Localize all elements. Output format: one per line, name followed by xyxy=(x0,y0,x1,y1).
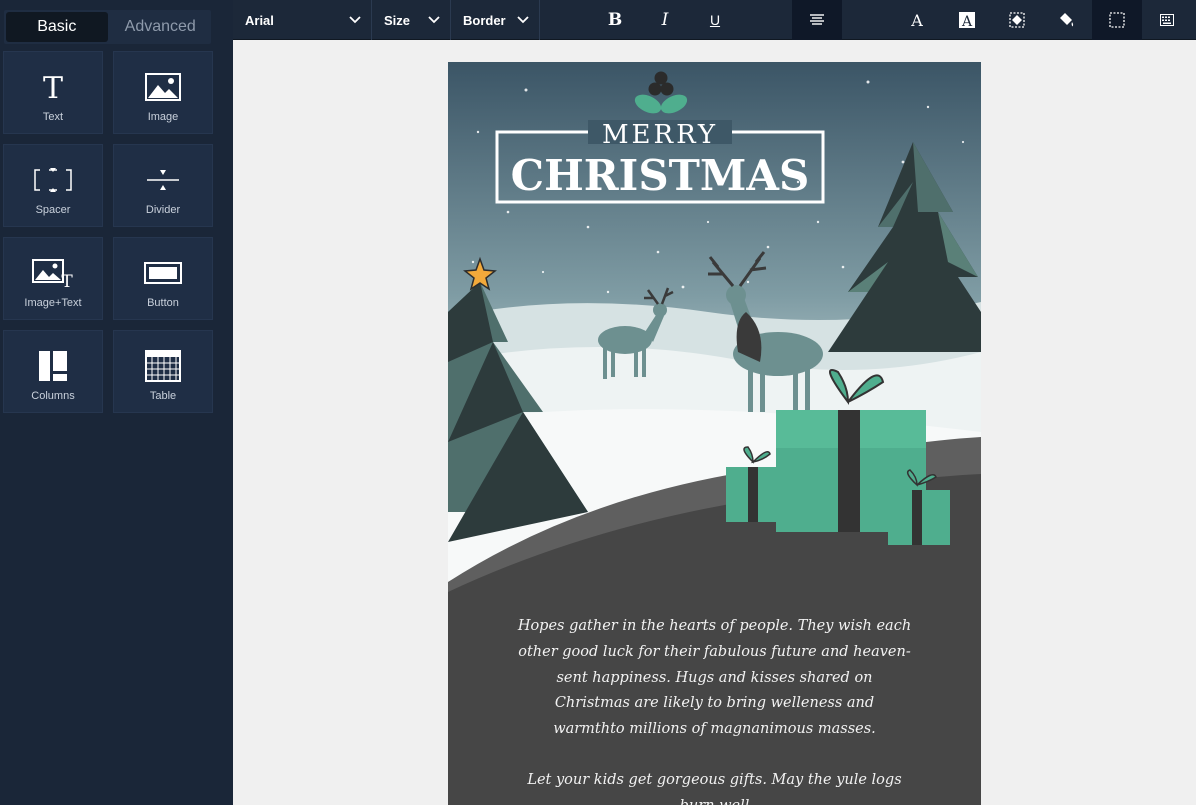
bold-button[interactable]: B xyxy=(590,0,640,40)
align-button[interactable] xyxy=(792,0,842,40)
block-label: Image+Text xyxy=(24,297,82,309)
sidebar: Basic Advanced T Text Image Spacer Divid… xyxy=(0,0,233,805)
email-canvas[interactable]: MERRY CHRISTMAS Hopes gather in the hear… xyxy=(448,62,981,805)
chevron-down-icon xyxy=(349,16,361,24)
chevron-down-icon xyxy=(428,16,440,24)
image-fill-button[interactable] xyxy=(992,0,1042,40)
image-fill-icon xyxy=(1009,12,1025,28)
highlight-color-icon: A xyxy=(959,12,975,28)
svg-text:A: A xyxy=(961,14,973,28)
block-label: Image xyxy=(147,111,179,123)
font-family-value: Arial xyxy=(245,12,274,28)
block-divider[interactable]: Divider xyxy=(113,144,213,227)
block-label: Columns xyxy=(31,390,75,402)
svg-text:T: T xyxy=(61,272,73,288)
background-color-button[interactable] xyxy=(1042,0,1092,40)
font-family-select[interactable]: Arial xyxy=(233,0,372,40)
block-table[interactable]: Table xyxy=(113,330,213,413)
block-image[interactable]: Image xyxy=(113,51,213,134)
block-columns[interactable]: Columns xyxy=(3,330,103,413)
block-label: Table xyxy=(149,390,177,402)
image-icon xyxy=(145,70,181,104)
text-icon: T xyxy=(38,70,68,104)
tab-advanced[interactable]: Advanced xyxy=(110,10,212,44)
border-select[interactable]: Border xyxy=(451,0,540,40)
header-small-text: MERRY xyxy=(602,120,718,150)
highlight-color-button[interactable]: A xyxy=(942,0,992,40)
font-size-value: Size xyxy=(384,12,411,28)
columns-icon xyxy=(38,349,68,383)
format-toolbar: Arial Size Border B I U A A xyxy=(233,0,1196,40)
tab-basic[interactable]: Basic xyxy=(6,12,108,42)
font-size-select[interactable]: Size xyxy=(372,0,451,40)
block-image-text[interactable]: T Image+Text xyxy=(3,237,103,320)
block-label: Text xyxy=(42,111,64,123)
border-style-button[interactable] xyxy=(1092,0,1142,40)
header-big-text: CHRISTMAS xyxy=(511,151,810,200)
align-center-icon xyxy=(810,14,824,25)
italic-button[interactable]: I xyxy=(640,0,690,40)
font-color-icon: A xyxy=(910,12,923,28)
block-button[interactable]: Button xyxy=(113,237,213,320)
underline-button[interactable]: U xyxy=(690,0,740,40)
svg-text:A: A xyxy=(910,12,923,28)
keyboard-button[interactable] xyxy=(1142,0,1192,40)
spacer-icon xyxy=(34,163,72,197)
svg-text:T: T xyxy=(43,72,63,102)
body-paragraph: Hopes gather in the hearts of people. Th… xyxy=(517,618,912,738)
keyboard-icon xyxy=(1160,14,1174,26)
font-color-button[interactable]: A xyxy=(892,0,942,40)
dashed-border-icon xyxy=(1109,12,1125,28)
border-value: Border xyxy=(463,12,506,28)
button-icon xyxy=(144,256,182,290)
block-text[interactable]: T Text xyxy=(3,51,103,134)
image-text-icon: T xyxy=(31,256,75,290)
divider-icon xyxy=(146,163,180,197)
paint-bucket-icon xyxy=(1060,13,1074,27)
block-spacer[interactable]: Spacer xyxy=(3,144,103,227)
block-label: Spacer xyxy=(35,204,71,216)
chevron-down-icon xyxy=(517,16,529,24)
block-label: Divider xyxy=(145,204,181,216)
sidebar-tabs: Basic Advanced xyxy=(4,10,211,44)
table-icon xyxy=(145,349,181,383)
body-paragraph: Let your kids get gorgeous gifts. May th… xyxy=(527,771,902,805)
email-body-text[interactable]: Hopes gather in the hearts of people. Th… xyxy=(448,614,981,805)
block-label: Button xyxy=(147,297,179,309)
